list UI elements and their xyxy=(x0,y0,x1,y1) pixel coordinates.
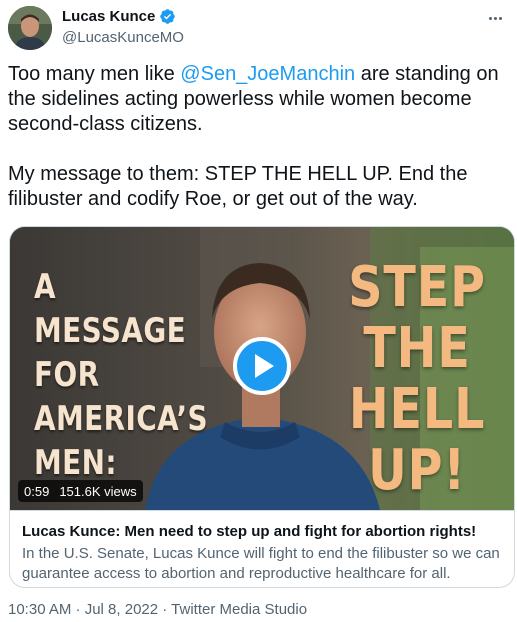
overlay-left-line: FOR xyxy=(34,355,100,395)
video-duration: 0:59 xyxy=(24,483,50,499)
tweet-paragraph-2: My message to them: STEP THE HELL UP. En… xyxy=(8,163,468,210)
card-meta[interactable]: Lucas Kunce: Men need to step up and fig… xyxy=(10,510,514,587)
overlay-right-line: THE xyxy=(363,316,471,381)
play-button[interactable] xyxy=(233,337,291,395)
overlay-right-line: UP! xyxy=(368,438,467,503)
timestamp[interactable]: 10:30 AM · Jul 8, 2022 · Twitter Media S… xyxy=(8,601,307,618)
card-title: Lucas Kunce: Men need to step up and fig… xyxy=(22,523,477,540)
video-thumbnail[interactable]: A MESSAGE FOR AMERICA’S MEN: STEP THE HE… xyxy=(10,227,514,510)
overlay-left-line: AMERICA’S xyxy=(34,399,209,439)
tweet-paragraph-1: Too many men like @Sen_JoeManchin are st… xyxy=(8,62,508,137)
display-name[interactable]: Lucas Kunce xyxy=(62,8,155,25)
tweet-text: Too many men like @Sen_JoeManchin are st… xyxy=(8,62,508,212)
card-description: In the U.S. Senate, Lucas Kunce will fig… xyxy=(22,545,500,582)
overlay-left-line: A xyxy=(34,267,56,307)
overlay-left-line: MESSAGE xyxy=(34,311,187,351)
more-options-icon[interactable] xyxy=(485,8,505,28)
overlay-text-left: A MESSAGE FOR AMERICA’S MEN: xyxy=(34,265,208,485)
play-icon xyxy=(255,354,274,378)
handle[interactable]: @LucasKunceMO xyxy=(62,29,184,46)
video-stats: 0:59 151.6K views xyxy=(18,480,143,502)
video-views: 151.6K views xyxy=(59,483,137,499)
mention-link[interactable]: @Sen_JoeManchin xyxy=(180,63,355,85)
verified-badge-icon xyxy=(159,8,176,25)
name-row: Lucas Kunce xyxy=(62,8,176,25)
overlay-text-right: STEP THE HELL UP! xyxy=(348,257,486,501)
avatar[interactable] xyxy=(8,6,52,50)
overlay-right-line: HELL xyxy=(349,377,486,442)
tweet-text-segment: Too many men like xyxy=(8,63,181,85)
tweet-header: Lucas Kunce @LucasKunceMO xyxy=(8,6,509,52)
overlay-right-line: STEP xyxy=(348,255,486,320)
overlay-left-line: MEN: xyxy=(34,443,117,483)
video-card[interactable]: A MESSAGE FOR AMERICA’S MEN: STEP THE HE… xyxy=(9,226,515,588)
